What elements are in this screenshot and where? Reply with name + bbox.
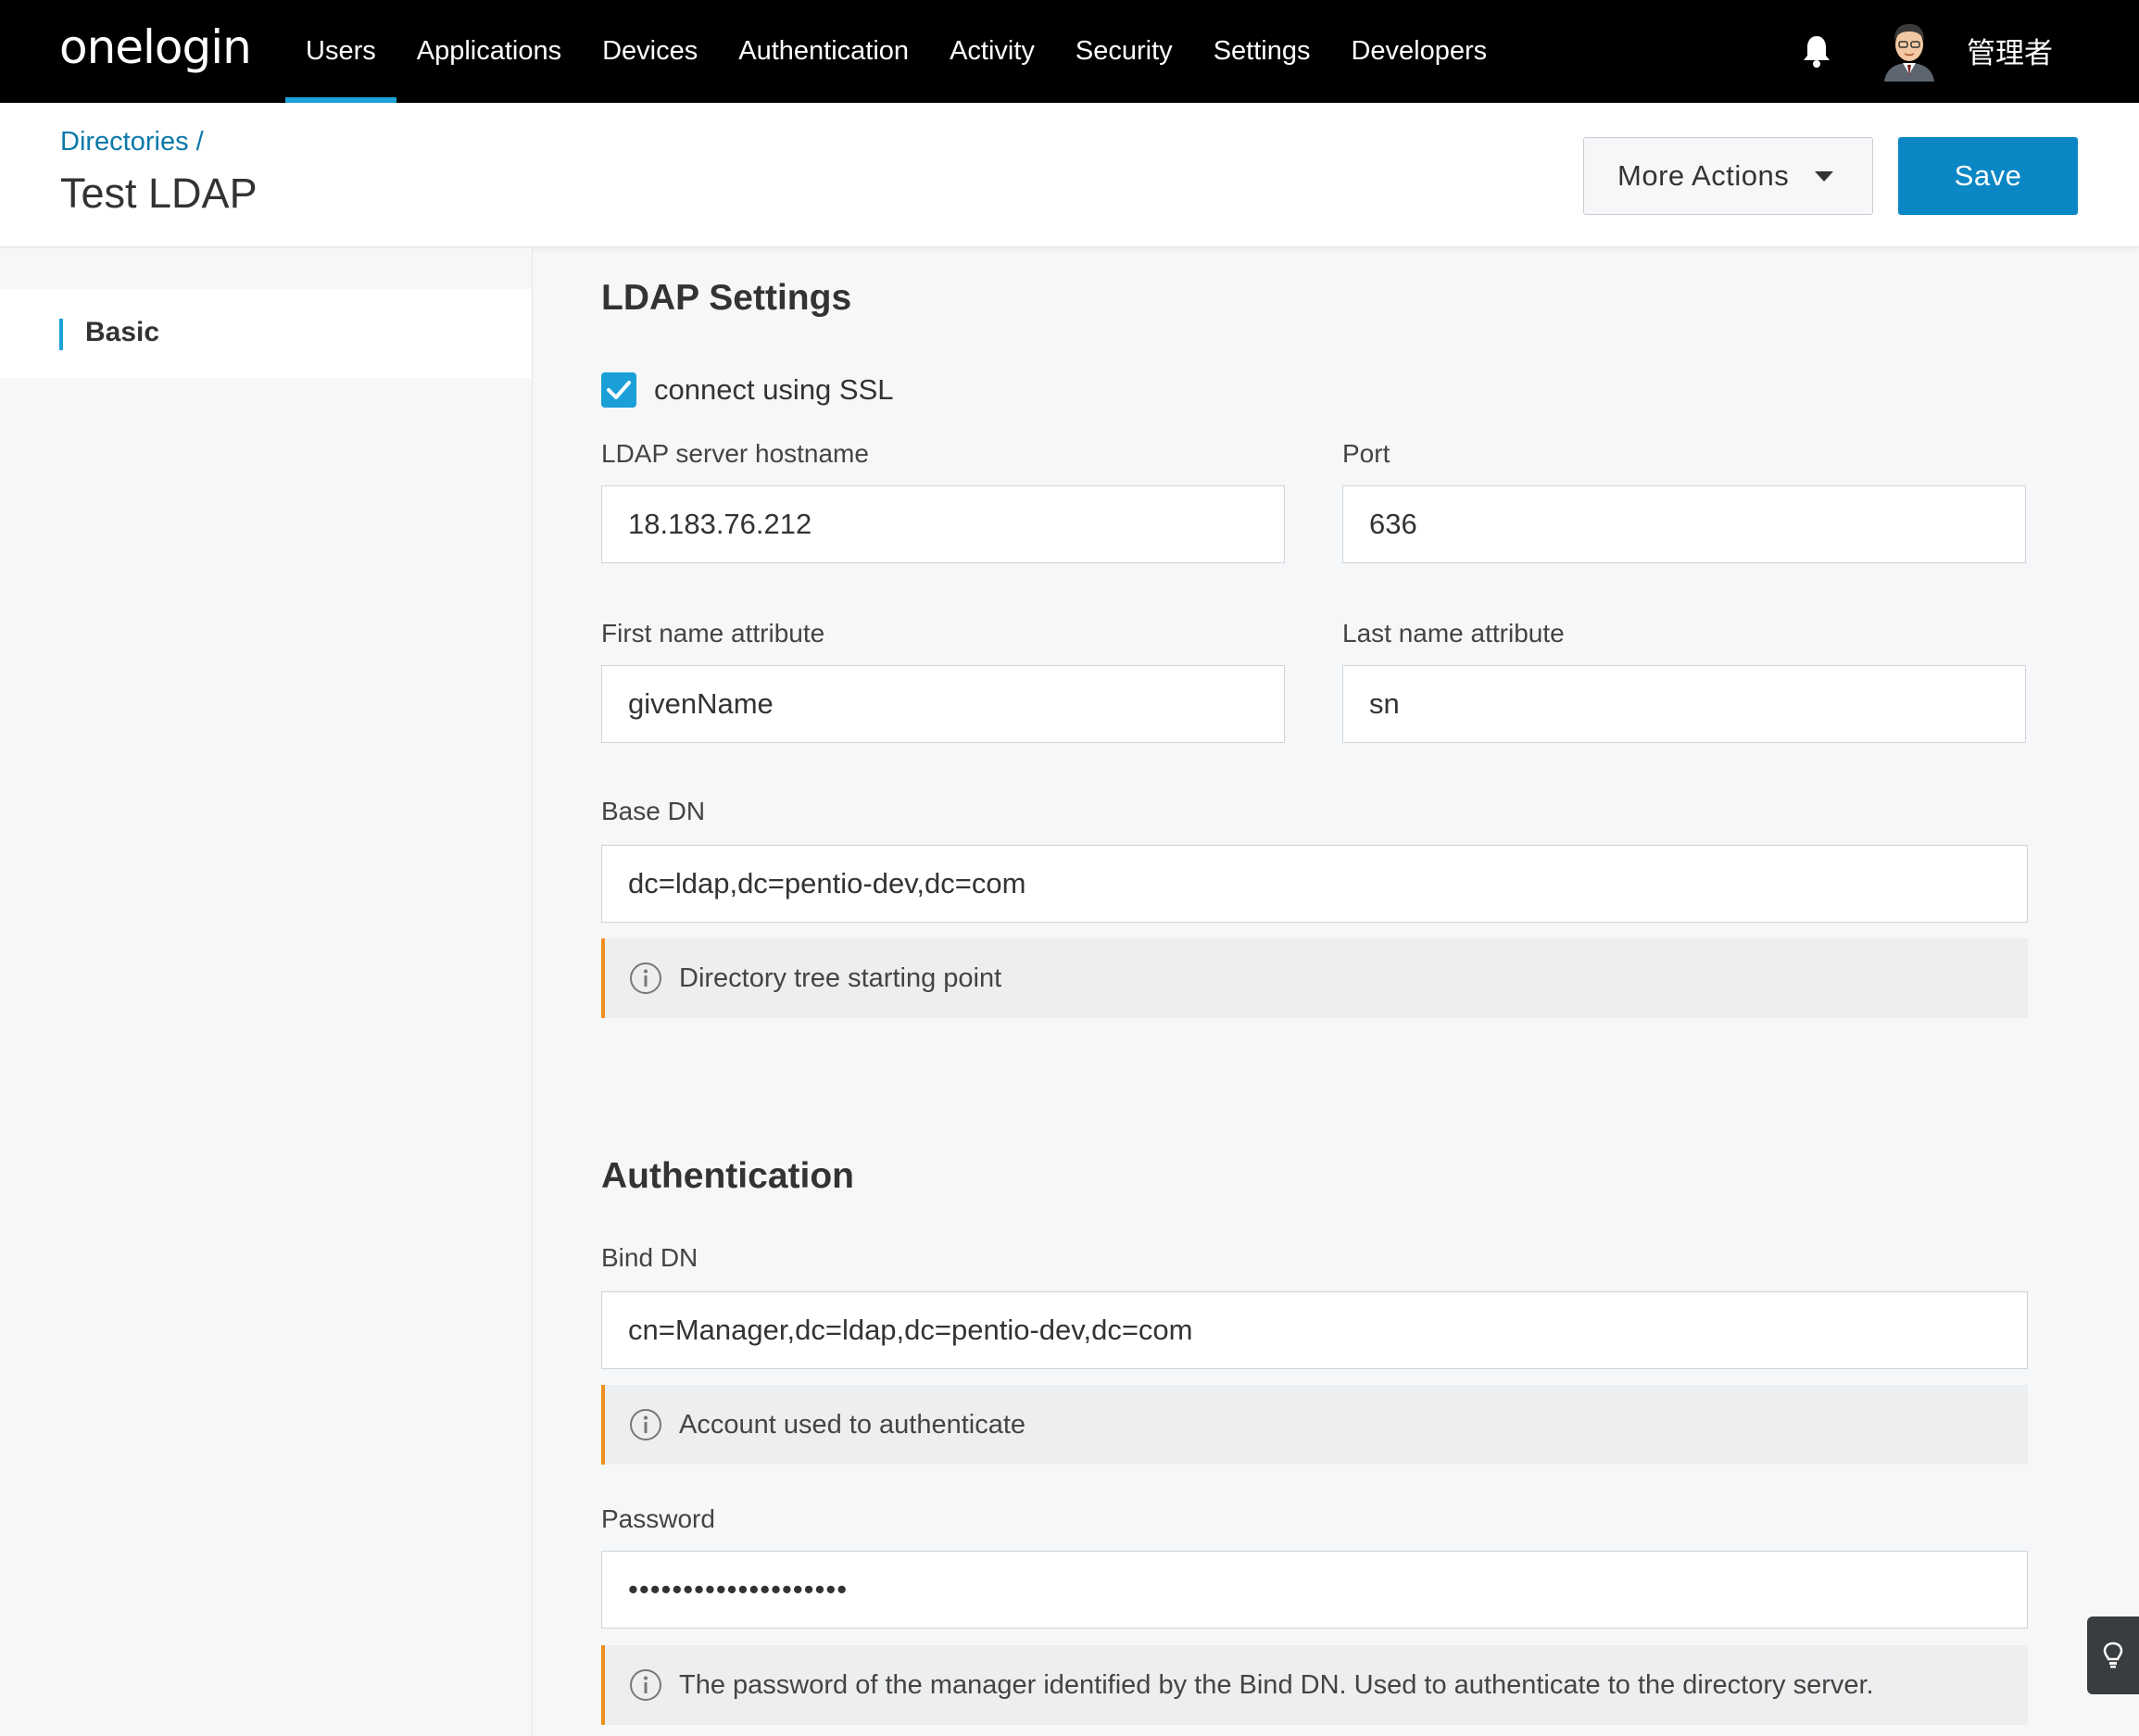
more-actions-button[interactable]: More Actions <box>1583 137 1873 215</box>
lightbulb-icon[interactable] <box>2087 1616 2139 1694</box>
nav-item-security[interactable]: Security <box>1055 0 1193 103</box>
top-nav: onelogin Users Applications Devices Auth… <box>0 0 2139 103</box>
hostname-label: LDAP server hostname <box>601 439 869 468</box>
nav-item-authentication[interactable]: Authentication <box>718 0 929 103</box>
main-content: LDAP Settings connect using SSL LDAP ser… <box>534 248 2139 1736</box>
user-name[interactable]: 管理者 <box>1967 30 2053 71</box>
nav-item-devices[interactable]: Devices <box>582 0 718 103</box>
sidebar: Basic <box>0 248 533 1736</box>
password-hint-text: The password of the manager identified b… <box>679 1669 1874 1700</box>
port-input[interactable]: 636 <box>1342 485 2026 563</box>
caret-down-icon <box>1815 171 1833 182</box>
avatar[interactable] <box>1881 19 1938 82</box>
password-input[interactable]: •••••••••••••••••••• <box>601 1551 2028 1629</box>
info-icon <box>630 962 661 994</box>
hostname-input[interactable]: 18.183.76.212 <box>601 485 1285 563</box>
ssl-checkbox-label[interactable]: connect using SSL <box>654 373 894 407</box>
nav-menu: Users Applications Devices Authenticatio… <box>285 0 1507 103</box>
port-label: Port <box>1342 439 1390 468</box>
base-dn-label: Base DN <box>601 797 706 825</box>
bind-dn-hint: Account used to authenticate <box>601 1385 2028 1465</box>
page-title: Test LDAP <box>60 170 258 217</box>
base-dn-hint: Directory tree starting point <box>601 938 2028 1018</box>
bell-icon[interactable] <box>1802 33 1831 69</box>
nav-item-developers[interactable]: Developers <box>1330 0 1507 103</box>
save-button[interactable]: Save <box>1898 137 2078 215</box>
info-icon <box>630 1669 661 1701</box>
last-name-attribute-input[interactable]: sn <box>1342 665 2026 743</box>
ssl-checkbox-row: connect using SSL <box>601 372 894 408</box>
nav-item-applications[interactable]: Applications <box>396 0 582 103</box>
page-header: Directories / Test LDAP More Actions Sav… <box>0 103 2139 247</box>
bind-dn-hint-text: Account used to authenticate <box>679 1409 1026 1440</box>
base-dn-input[interactable]: dc=ldap,dc=pentio-dev,dc=com <box>601 845 2028 923</box>
more-actions-label: More Actions <box>1617 159 1790 192</box>
first-name-attribute-input[interactable]: givenName <box>601 665 1285 743</box>
onelogin-logo[interactable]: onelogin <box>59 20 252 74</box>
sidebar-item-basic[interactable]: Basic <box>0 289 532 378</box>
nav-item-settings[interactable]: Settings <box>1193 0 1331 103</box>
breadcrumb[interactable]: Directories / <box>60 127 204 157</box>
bind-dn-input[interactable]: cn=Manager,dc=ldap,dc=pentio-dev,dc=com <box>601 1291 2028 1369</box>
password-label: Password <box>601 1504 715 1533</box>
active-indicator <box>59 319 63 350</box>
bind-dn-label: Bind DN <box>601 1243 698 1272</box>
base-dn-hint-text: Directory tree starting point <box>679 962 1002 993</box>
nav-item-activity[interactable]: Activity <box>929 0 1055 103</box>
ssl-checkbox[interactable] <box>601 372 636 408</box>
password-hint: The password of the manager identified b… <box>601 1645 2028 1725</box>
nav-item-users[interactable]: Users <box>285 0 396 103</box>
authentication-title: Authentication <box>601 1156 854 1196</box>
sidebar-item-label: Basic <box>85 317 160 347</box>
ldap-settings-title: LDAP Settings <box>601 278 852 318</box>
last-name-attribute-label: Last name attribute <box>1342 619 1565 648</box>
info-icon <box>630 1409 661 1440</box>
checkmark-icon <box>607 381 631 399</box>
first-name-attribute-label: First name attribute <box>601 619 825 648</box>
